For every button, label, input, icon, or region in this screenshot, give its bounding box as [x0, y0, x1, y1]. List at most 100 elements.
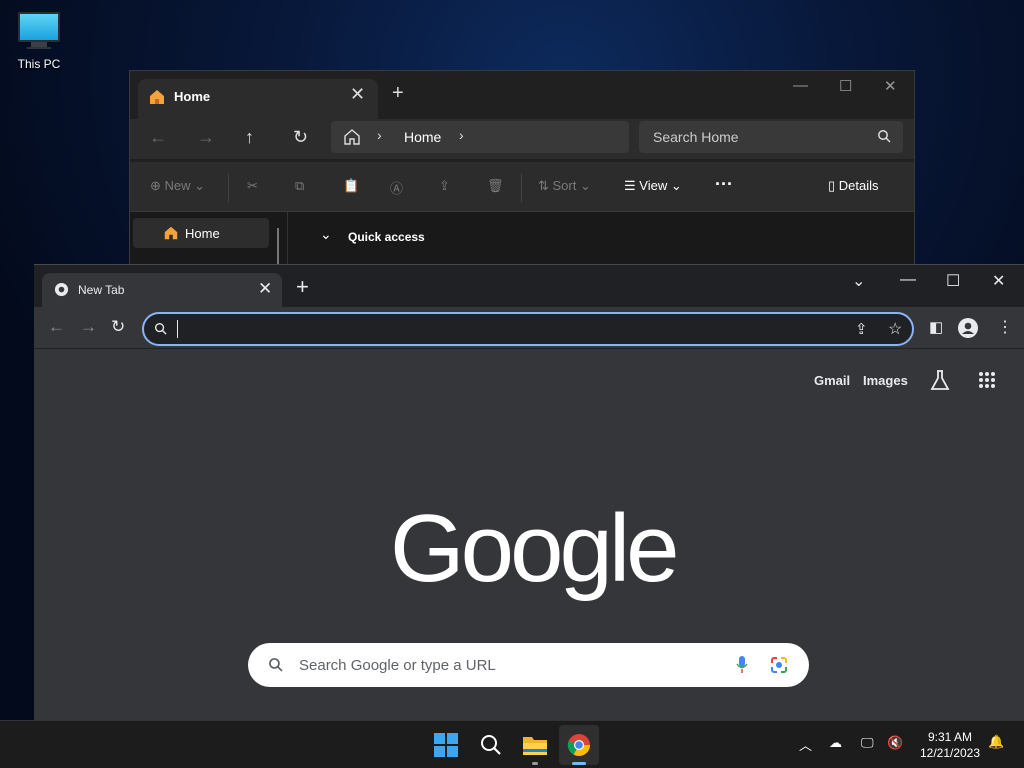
home-icon: [148, 88, 166, 111]
close-window-icon[interactable]: ✕: [992, 271, 1005, 291]
close-tab-icon[interactable]: ✕: [258, 279, 272, 299]
search-icon: [268, 657, 283, 677]
explorer-tab-home[interactable]: Home ✕: [138, 79, 378, 119]
apps-grid-icon[interactable]: [978, 371, 996, 394]
start-button[interactable]: [426, 725, 466, 765]
divider: [228, 174, 229, 202]
side-panel-icon[interactable]: ◧: [929, 318, 943, 336]
back-arrow-icon[interactable]: ←: [149, 127, 167, 148]
bookmark-star-icon[interactable]: ☆: [888, 319, 902, 339]
explorer-command-bar: ⊕ New ⌄ ✂ ⧉ 📋 Ⓐ ⇪ 🗑 ⇅ Sort ⌄ ☰ View ⌄ ··…: [130, 162, 914, 212]
google-search-box[interactable]: Search Google or type a URL: [248, 643, 809, 687]
details-label: Details: [838, 178, 879, 193]
cut-icon[interactable]: ✂: [247, 178, 258, 194]
taskbar-chrome[interactable]: [559, 725, 599, 765]
refresh-icon[interactable]: ↻: [293, 127, 308, 148]
chevron-right-icon[interactable]: ›: [459, 127, 464, 143]
network-icon[interactable]: 🖵: [861, 735, 874, 751]
chrome-titlebar: New Tab ✕ + ⌄ — ☐ ✕: [34, 265, 1024, 307]
breadcrumb-home[interactable]: Home: [404, 129, 441, 145]
back-arrow-icon[interactable]: ←: [48, 317, 65, 337]
new-button[interactable]: ⊕ New ⌄: [150, 178, 205, 194]
clock-time: 9:31 AM: [927, 730, 973, 744]
maximize-icon[interactable]: ☐: [946, 271, 960, 291]
view-label: View: [639, 178, 668, 193]
minimize-icon[interactable]: —: [793, 77, 808, 94]
omnibox-input[interactable]: ⇪ ☆: [142, 312, 914, 346]
search-icon: [154, 322, 167, 340]
images-link[interactable]: Images: [863, 373, 908, 388]
rename-icon[interactable]: Ⓐ: [390, 178, 403, 197]
copy-icon[interactable]: ⧉: [295, 178, 304, 194]
gmail-link[interactable]: Gmail: [814, 373, 850, 388]
desktop-icon-this-pc[interactable]: This PC: [8, 10, 70, 71]
home-icon: [163, 225, 179, 246]
windows-logo-icon: [434, 733, 458, 757]
share-icon[interactable]: ⇪: [439, 178, 450, 194]
new-label: New: [164, 178, 191, 193]
chrome-window: New Tab ✕ + ⌄ — ☐ ✕ ← → ↻ ⇪ ☆ ◧ ⋮ Gmail …: [34, 264, 1024, 721]
notification-bell-icon[interactable]: 🔔: [988, 734, 1004, 750]
cloud-offline-icon[interactable]: ☁: [829, 735, 842, 751]
chevron-right-icon: ›: [377, 127, 382, 143]
google-logo: Google: [390, 495, 680, 602]
quick-access-heading[interactable]: Quick access: [348, 230, 425, 244]
system-clock[interactable]: 9:31 AM 12/21/2023: [912, 729, 988, 761]
chrome-logo-icon: [567, 734, 590, 756]
text-caret: [177, 320, 178, 338]
labs-flask-icon[interactable]: [930, 369, 950, 396]
explorer-titlebar: Home ✕ + — ☐ ✕: [130, 71, 914, 119]
taskbar-search-button[interactable]: [471, 725, 511, 765]
search-icon: [877, 129, 891, 148]
show-hidden-icons-chevron-icon[interactable]: ︿: [799, 735, 812, 754]
explorer-new-tab-button[interactable]: +: [392, 82, 404, 105]
tab-search-chevron-icon[interactable]: ⌄: [852, 271, 865, 291]
close-window-icon[interactable]: ✕: [884, 77, 897, 95]
file-explorer-window: Home ✕ + — ☐ ✕ ← → ↑ ↻ › Home › Search H…: [129, 70, 915, 272]
explorer-search-placeholder: Search Home: [653, 129, 739, 145]
chevron-down-icon[interactable]: ⌄: [320, 226, 332, 243]
taskbar: ︿ ☁ 🖵 🔇 9:31 AM 12/21/2023 🔔: [0, 720, 1024, 768]
monitor-base: [27, 47, 51, 49]
sort-button[interactable]: ⇅ Sort ⌄: [538, 178, 591, 194]
explorer-navbar: ← → ↑ ↻ › Home › Search Home: [130, 119, 914, 159]
active-indicator: [572, 762, 586, 765]
volume-muted-icon[interactable]: 🔇: [887, 735, 903, 751]
explorer-sidebar: Home: [130, 212, 288, 272]
clock-date: 12/21/2023: [919, 746, 981, 760]
chrome-tab-label: New Tab: [78, 283, 125, 297]
minimize-icon[interactable]: —: [900, 271, 916, 289]
address-bar[interactable]: › Home ›: [331, 121, 629, 153]
more-options-icon[interactable]: ···: [715, 174, 733, 195]
forward-arrow-icon[interactable]: →: [197, 127, 215, 148]
sort-label: Sort: [552, 178, 577, 193]
explorer-tab-label: Home: [174, 89, 211, 104]
taskbar-file-explorer[interactable]: [515, 725, 555, 765]
paste-icon[interactable]: 📋: [343, 178, 359, 194]
chrome-tab-new-tab[interactable]: New Tab ✕: [42, 273, 282, 307]
view-button[interactable]: ☰ View ⌄: [624, 178, 682, 194]
up-arrow-icon[interactable]: ↑: [245, 127, 254, 148]
explorer-body: Home ⌄ Quick access: [130, 212, 914, 272]
maximize-icon[interactable]: ☐: [839, 77, 852, 95]
chrome-toolbar: ← → ↻ ⇪ ☆ ◧ ⋮: [34, 307, 1024, 349]
kebab-menu-icon[interactable]: ⋮: [997, 317, 1013, 337]
share-icon[interactable]: ⇪: [855, 320, 868, 338]
chrome-new-tab-button[interactable]: +: [296, 276, 309, 298]
divider: [521, 174, 522, 202]
reload-icon[interactable]: ↻: [111, 317, 125, 337]
sidebar-scrollbar[interactable]: [277, 228, 279, 268]
new-tab-page: Gmail Images Google Search Google or typ…: [34, 349, 1024, 721]
forward-arrow-icon[interactable]: →: [80, 317, 97, 337]
close-tab-icon[interactable]: ✕: [350, 84, 365, 105]
delete-icon[interactable]: 🗑: [487, 178, 504, 194]
sidebar-item-label: Home: [185, 226, 220, 241]
google-lens-icon[interactable]: [770, 656, 788, 679]
chrome-favicon-icon: [54, 282, 69, 302]
sidebar-item-home[interactable]: Home: [133, 218, 269, 248]
microphone-icon[interactable]: [736, 655, 748, 680]
folder-icon: [523, 737, 547, 755]
explorer-search-box[interactable]: Search Home: [639, 121, 903, 153]
details-button[interactable]: ▯ Details: [828, 178, 879, 194]
profile-avatar-icon[interactable]: [958, 318, 978, 343]
